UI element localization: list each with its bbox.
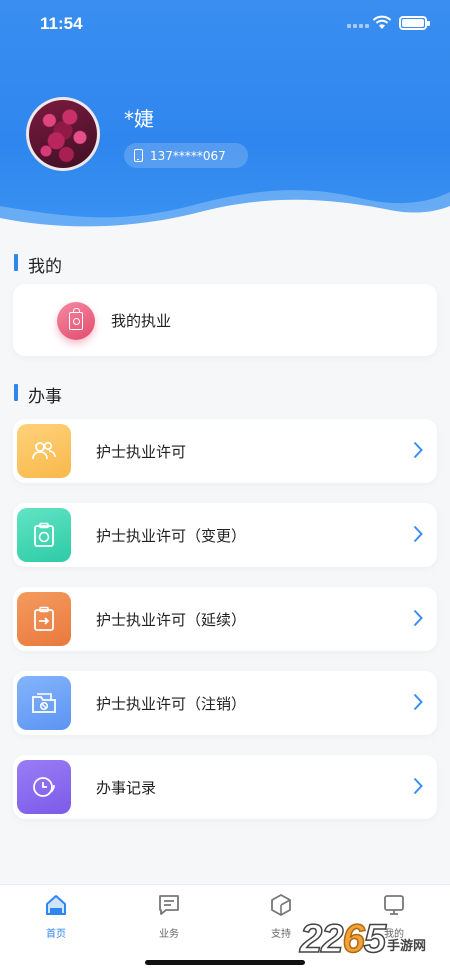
task-label: 护士执业许可（变更） — [96, 527, 247, 545]
chevron-right-icon — [413, 525, 423, 543]
section-title-tasks: 办事 — [14, 382, 62, 407]
status-time: 11:54 — [40, 14, 83, 33]
folder-cancel-icon — [17, 676, 71, 730]
home-indicator — [145, 960, 305, 965]
task-item-nurse-license[interactable]: 护士执业许可 — [13, 419, 437, 483]
tab-label: 业务 — [159, 929, 179, 940]
header-wave — [0, 190, 450, 240]
task-item-license-renewal[interactable]: 护士执业许可（延续） — [13, 587, 437, 651]
clipboard-cycle-icon — [17, 508, 71, 562]
chevron-right-icon — [413, 693, 423, 711]
task-label: 护士执业许可（注销） — [96, 695, 247, 713]
chevron-right-icon — [413, 777, 423, 795]
phone-icon — [134, 149, 143, 162]
my-practice-card[interactable]: 我的执业 — [13, 284, 437, 356]
battery-icon — [399, 16, 430, 30]
users-icon — [17, 424, 71, 478]
avatar[interactable] — [26, 97, 100, 171]
section-title-mine: 我的 — [14, 252, 62, 277]
chevron-right-icon — [413, 441, 423, 459]
status-bar: 11:54 — [0, 0, 450, 48]
home-icon — [46, 895, 66, 915]
profile-name: *婕 — [124, 107, 154, 131]
task-item-license-change[interactable]: 护士执业许可（变更） — [13, 503, 437, 567]
chevron-right-icon — [413, 609, 423, 627]
task-label: 护士执业许可 — [96, 443, 187, 461]
watermark-logo: 2265 手游网 — [299, 914, 427, 964]
phone-pill: 137*****067 — [124, 143, 248, 168]
tab-label: 首页 — [46, 929, 66, 940]
badge-icon — [57, 302, 95, 340]
clock-icon — [17, 760, 71, 814]
task-item-records[interactable]: 办事记录 — [13, 755, 437, 819]
profile-phone: 137*****067 — [150, 148, 226, 163]
watermark-site: 手游网 — [387, 937, 427, 953]
wifi-icon — [372, 15, 392, 29]
watermark-number: 2265 — [299, 916, 387, 962]
cube-icon — [271, 894, 291, 916]
task-item-license-cancel[interactable]: 护士执业许可（注销） — [13, 671, 437, 735]
task-label: 护士执业许可（延续） — [96, 611, 247, 629]
message-list-icon — [159, 895, 179, 915]
clipboard-arrow-icon — [17, 592, 71, 646]
tab-business[interactable]: 业务 — [139, 893, 199, 940]
tab-home[interactable]: 首页 — [26, 893, 86, 940]
profile-header: 11:54 *婕 137*****067 — [0, 0, 450, 240]
task-label: 办事记录 — [96, 779, 157, 797]
my-practice-label: 我的执业 — [111, 312, 172, 330]
signal-icon — [347, 22, 369, 30]
